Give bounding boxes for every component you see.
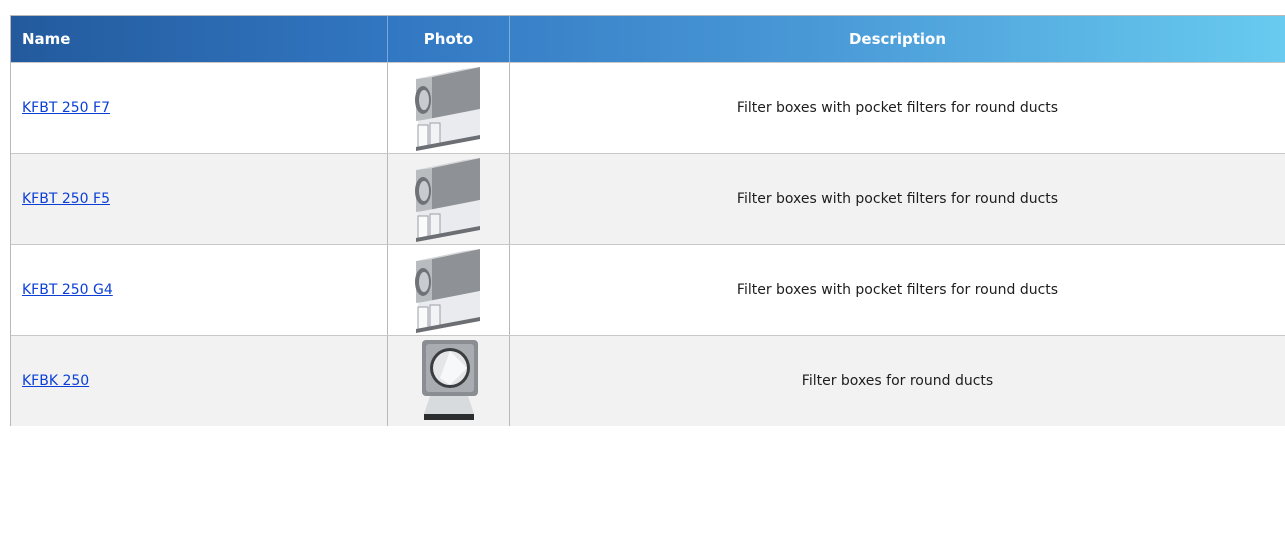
pocket-filter-box-icon[interactable] (406, 65, 492, 151)
photo-cell (388, 245, 510, 335)
description-cell: Filter boxes with pocket filters for rou… (736, 282, 1059, 298)
photo-cell (388, 336, 510, 426)
description-cell: Filter boxes with pocket filters for rou… (736, 100, 1059, 116)
photo-cell (388, 154, 510, 244)
table-row: KFBT 250 F5 Filter boxes with pocket fil… (11, 153, 1285, 244)
photo-cell (388, 63, 510, 153)
header-name: Name (11, 16, 388, 62)
table-header: Name Photo Description (11, 16, 1285, 62)
pocket-filter-box-icon[interactable] (406, 156, 492, 242)
product-link[interactable]: KFBT 250 F7 (22, 100, 110, 116)
table-row: KFBK 250 Filter boxes for round ducts (11, 335, 1285, 426)
name-cell: KFBT 250 G4 (11, 245, 388, 335)
product-link[interactable]: KFBT 250 G4 (22, 282, 113, 298)
name-cell: KFBT 250 F7 (11, 63, 388, 153)
product-table: Name Photo Description KFBT 250 F7 Filte… (10, 15, 1285, 426)
cassette-filter-box-icon[interactable] (406, 338, 492, 424)
product-link[interactable]: KFBT 250 F5 (22, 191, 110, 207)
product-link[interactable]: KFBK 250 (22, 373, 89, 389)
description-cell: Filter boxes for round ducts (801, 373, 994, 389)
description-cell: Filter boxes with pocket filters for rou… (736, 191, 1059, 207)
name-cell: KFBT 250 F5 (11, 154, 388, 244)
pocket-filter-box-icon[interactable] (406, 247, 492, 333)
header-photo: Photo (388, 16, 510, 62)
header-description: Description (848, 30, 947, 48)
table-row: KFBT 250 G4 Filter boxes with pocket fil… (11, 244, 1285, 335)
name-cell: KFBK 250 (11, 336, 388, 426)
table-row: KFBT 250 F7 Filter boxes with pocket fil… (11, 62, 1285, 153)
